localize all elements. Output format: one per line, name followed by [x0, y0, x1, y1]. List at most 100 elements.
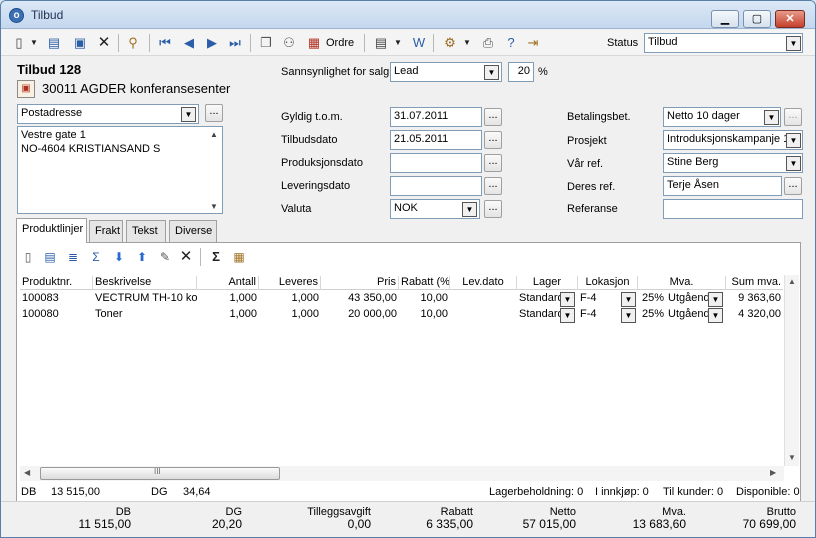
close-button[interactable]: ✕: [775, 10, 805, 28]
cell-lokasjon[interactable]: F-4: [578, 308, 618, 323]
word-icon[interactable]: W: [410, 34, 428, 52]
deres-ref-input[interactable]: Terje Åsen: [663, 176, 782, 196]
chevron-down-icon[interactable]: ▼: [560, 308, 575, 323]
find-binoculars-icon[interactable]: ⚇: [280, 34, 298, 52]
tab-produktlinjer[interactable]: Produktlinjer: [16, 218, 87, 243]
percent-input[interactable]: 20: [508, 62, 534, 82]
help-icon[interactable]: ?: [502, 34, 520, 52]
tilbudsdato-input[interactable]: 21.05.2011: [390, 130, 482, 150]
col-sum-mva[interactable]: Sum mva.: [726, 276, 783, 290]
sigma-icon[interactable]: Σ: [207, 248, 225, 266]
report-dropdown-icon[interactable]: ▼: [392, 34, 404, 52]
move-up-icon[interactable]: ⬆: [133, 248, 151, 266]
tab-diverse[interactable]: Diverse: [169, 220, 217, 242]
new-line-icon[interactable]: ▯: [19, 248, 37, 266]
table-row[interactable]: 100080 Toner 1,000 1,000 20 000,00 10,00…: [20, 307, 783, 323]
gyldig-input[interactable]: 31.07.2011: [390, 107, 482, 127]
scroll-down-icon[interactable]: ▼: [210, 202, 218, 211]
cell-lager[interactable]: Standard: [517, 292, 560, 307]
scroll-down-icon[interactable]: ▼: [788, 453, 796, 462]
col-beskrivelse[interactable]: Beskrivelse: [93, 276, 197, 290]
chevron-down-icon[interactable]: ▼: [708, 308, 723, 323]
minimize-button[interactable]: ▁: [711, 10, 739, 28]
copy-icon[interactable]: ❐: [257, 34, 275, 52]
maximize-button[interactable]: ▢: [743, 10, 771, 28]
sum-line-icon[interactable]: Σ: [87, 248, 105, 266]
search-icon[interactable]: ⚲: [124, 34, 142, 52]
chevron-down-icon[interactable]: ▼: [708, 292, 723, 307]
edit-line-icon[interactable]: ✎: [156, 248, 174, 266]
customer-card-icon[interactable]: ▣: [17, 80, 35, 98]
next-record-icon[interactable]: ▶: [203, 34, 221, 52]
insert-line-icon[interactable]: ≣: [64, 248, 82, 266]
save-icon[interactable]: ▣: [71, 34, 89, 52]
col-antall[interactable]: Antall: [197, 276, 259, 290]
chevron-down-icon[interactable]: ▼: [484, 65, 499, 80]
scroll-up-icon[interactable]: ▲: [210, 130, 218, 139]
settings-icon[interactable]: ⚙: [441, 34, 459, 52]
produksjonsdato-date-button[interactable]: ...: [484, 154, 502, 172]
chevron-down-icon[interactable]: ▼: [560, 292, 575, 307]
address-textarea[interactable]: Vestre gate 1 NO-4604 KRISTIANSAND S: [17, 126, 223, 214]
referanse-input[interactable]: [663, 199, 803, 219]
produksjonsdato-input[interactable]: [390, 153, 482, 173]
report-icon[interactable]: ▤: [372, 34, 390, 52]
cell-mva[interactable]: Utgående: [666, 292, 708, 307]
cell-lager[interactable]: Standard: [517, 308, 560, 323]
scrollbar-thumb[interactable]: III: [40, 467, 280, 480]
ordre-icon[interactable]: ▦: [305, 34, 323, 52]
scroll-left-icon[interactable]: ◀: [24, 468, 30, 477]
new-document-icon[interactable]: ▯: [10, 34, 28, 52]
valuta-lookup-button[interactable]: ...: [484, 200, 502, 218]
leveringsdato-input[interactable]: [390, 176, 482, 196]
delete-icon[interactable]: ✕: [95, 34, 113, 52]
table-row[interactable]: 100083 VECTRUM TH-10 ko 1,000 1,000 43 3…: [20, 291, 783, 307]
vertical-scrollbar[interactable]: ▲ ▼: [784, 275, 799, 466]
col-levdato[interactable]: Lev.dato: [450, 276, 517, 290]
col-lokasjon[interactable]: Lokasjon: [578, 276, 638, 290]
exit-icon[interactable]: ⇥: [524, 34, 542, 52]
cell-lokasjon[interactable]: F-4: [578, 292, 618, 307]
prosjekt-select[interactable]: Introduksjonskampanje 1: [663, 130, 803, 150]
address-lookup-button[interactable]: ...: [205, 104, 223, 122]
chevron-down-icon[interactable]: ▼: [462, 202, 477, 217]
chevron-down-icon[interactable]: ▼: [764, 110, 779, 125]
horizontal-scrollbar[interactable]: ◀ III ▶: [20, 466, 784, 481]
col-pris[interactable]: Pris: [321, 276, 399, 290]
tab-tekst[interactable]: Tekst: [126, 220, 166, 242]
chevron-down-icon[interactable]: ▼: [621, 308, 636, 323]
leveringsdato-date-button[interactable]: ...: [484, 177, 502, 195]
warehouse-icon[interactable]: ▦: [230, 248, 248, 266]
chevron-down-icon[interactable]: ▼: [786, 156, 801, 171]
move-down-icon[interactable]: ⬇: [110, 248, 128, 266]
delete-line-icon[interactable]: ✕: [177, 248, 195, 266]
scroll-right-icon[interactable]: ▶: [770, 468, 776, 477]
cell-mva[interactable]: Utgående: [666, 308, 708, 323]
tab-frakt[interactable]: Frakt: [89, 220, 123, 242]
gyldig-date-button[interactable]: ...: [484, 108, 502, 126]
print-icon[interactable]: ⎙: [479, 34, 497, 52]
previous-record-icon[interactable]: ◀: [180, 34, 198, 52]
vaar-ref-select[interactable]: Stine Berg: [663, 153, 803, 173]
scroll-up-icon[interactable]: ▲: [788, 277, 796, 286]
first-record-icon[interactable]: ⏮: [156, 34, 174, 52]
settings-dropdown-icon[interactable]: ▼: [461, 34, 473, 52]
status-select[interactable]: Tilbud: [644, 33, 803, 53]
chevron-down-icon[interactable]: ▼: [786, 36, 801, 51]
address-type-select[interactable]: Postadresse: [17, 104, 199, 124]
chevron-down-icon[interactable]: ▼: [181, 107, 196, 122]
tilbudsdato-date-button[interactable]: ...: [484, 131, 502, 149]
open-book-icon[interactable]: ▤: [45, 34, 63, 52]
col-lager[interactable]: Lager: [517, 276, 578, 290]
chevron-down-icon[interactable]: ▼: [786, 133, 801, 148]
ordre-button-label[interactable]: Ordre: [326, 37, 354, 49]
col-mva[interactable]: Mva.: [638, 276, 726, 290]
betalingsbet-lookup-button[interactable]: ...: [784, 108, 802, 126]
deres-ref-lookup-button[interactable]: ...: [784, 177, 802, 195]
col-produktnr[interactable]: Produktnr.: [20, 276, 93, 290]
new-dropdown-icon[interactable]: ▼: [28, 34, 40, 52]
col-rabatt[interactable]: Rabatt (%): [399, 276, 450, 290]
col-leveres[interactable]: Leveres: [259, 276, 321, 290]
last-record-icon[interactable]: ⏭: [226, 34, 244, 52]
product-catalog-icon[interactable]: ▤: [41, 248, 59, 266]
